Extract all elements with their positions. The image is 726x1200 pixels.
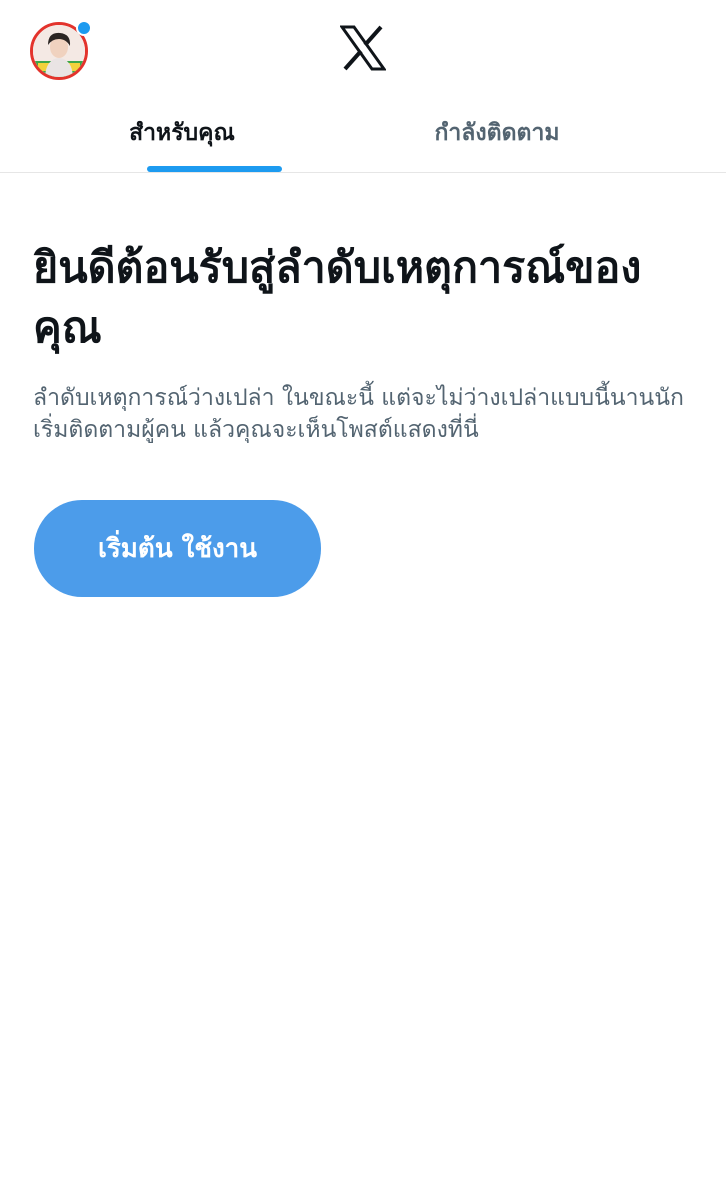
notification-dot [76,20,92,36]
empty-timeline-description: ลำดับเหตุการณ์ว่างเปล่า ในขณะนี้ แต่จะไม… [33,385,684,443]
tab-for-you-label: สำหรับคุณ [129,120,235,146]
tab-following-label: กำลังติดตาม [434,120,560,146]
get-started-button[interactable]: เริ่มต้น ใช้งาน [34,500,321,597]
tab-for-you[interactable]: สำหรับคุณ [32,100,332,172]
welcome-headline: ยินดีต้อนรับสู่ลำดับเหตุการณ์ของคุณ [33,243,642,353]
x-logo-icon[interactable] [340,25,386,71]
active-tab-indicator [147,166,282,172]
tab-following[interactable]: กำลังติดตาม [347,100,647,172]
timeline-tabs: สำหรับคุณ กำลังติดตาม [0,100,726,173]
top-bar [0,0,726,100]
